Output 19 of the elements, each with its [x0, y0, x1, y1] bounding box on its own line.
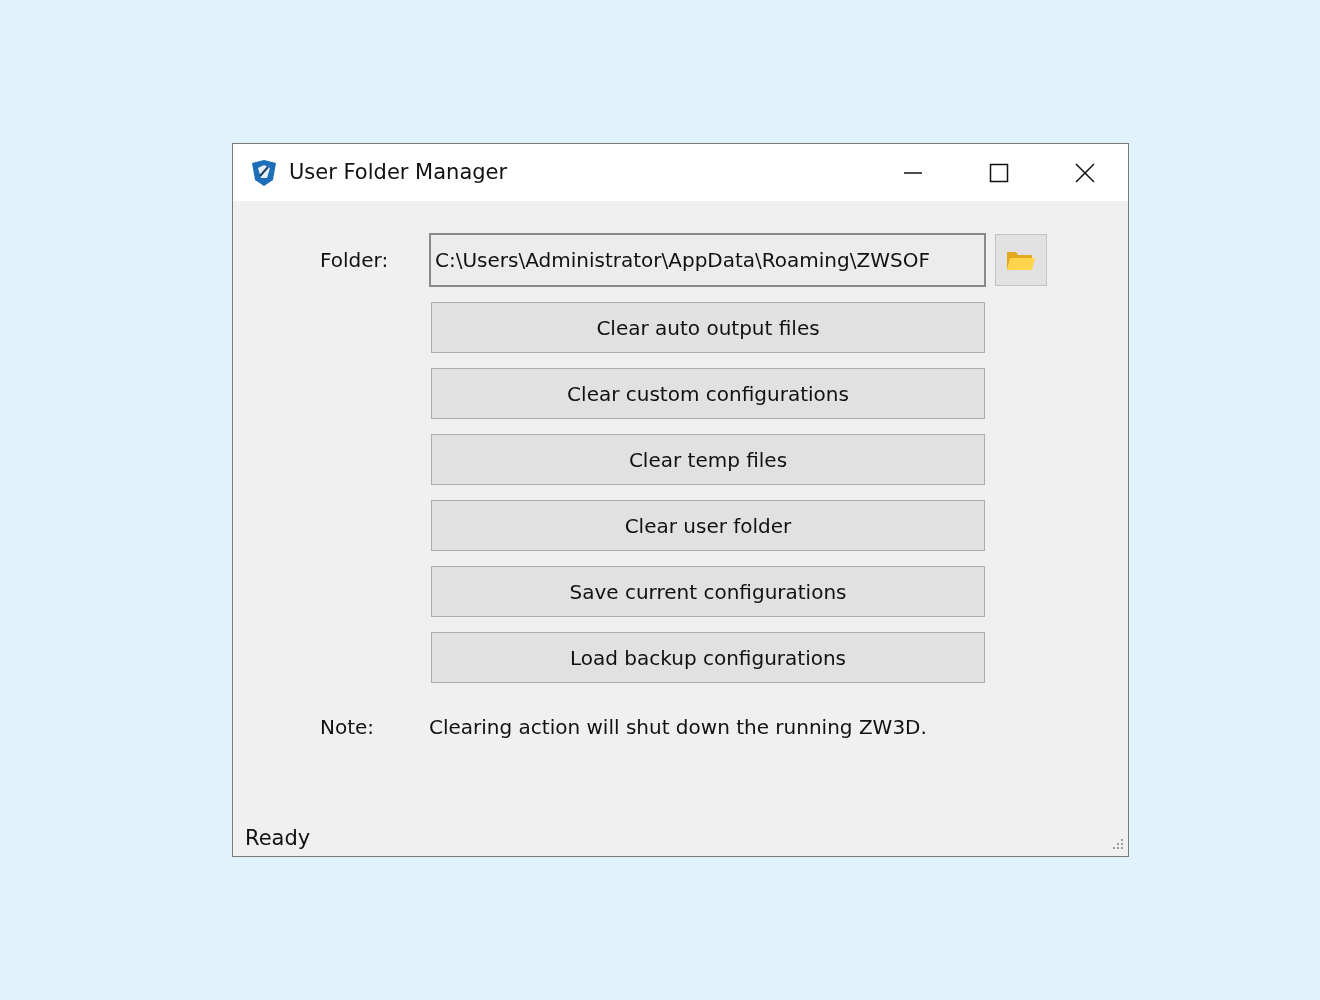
action-button[interactable]: Clear custom configurations: [431, 368, 985, 419]
folder-label: Folder:: [320, 247, 390, 274]
window-title: User Folder Manager: [289, 158, 508, 186]
action-button[interactable]: Save current configurations: [431, 566, 985, 617]
note-label: Note:: [320, 714, 376, 741]
action-button[interactable]: Clear auto output files: [431, 302, 985, 353]
folder-icon: [1006, 249, 1036, 271]
action-button[interactable]: Clear temp files: [431, 434, 985, 485]
folder-path-field[interactable]: C:\Users\Administrator\AppData\Roaming\ZWSOF: [429, 233, 986, 287]
browse-folder-button[interactable]: [995, 234, 1047, 286]
close-icon: [1075, 162, 1095, 183]
maximize-icon: [989, 162, 1009, 183]
action-button[interactable]: Load backup configurations: [431, 632, 985, 683]
status-text: Ready: [245, 824, 311, 852]
action-button[interactable]: Clear user folder: [431, 500, 985, 551]
note-text: Clearing action will shut down the running ZW3D.: [429, 714, 928, 741]
minimize-icon: [903, 171, 923, 174]
app-icon: [249, 157, 279, 188]
resize-grip-icon: [1112, 838, 1124, 850]
